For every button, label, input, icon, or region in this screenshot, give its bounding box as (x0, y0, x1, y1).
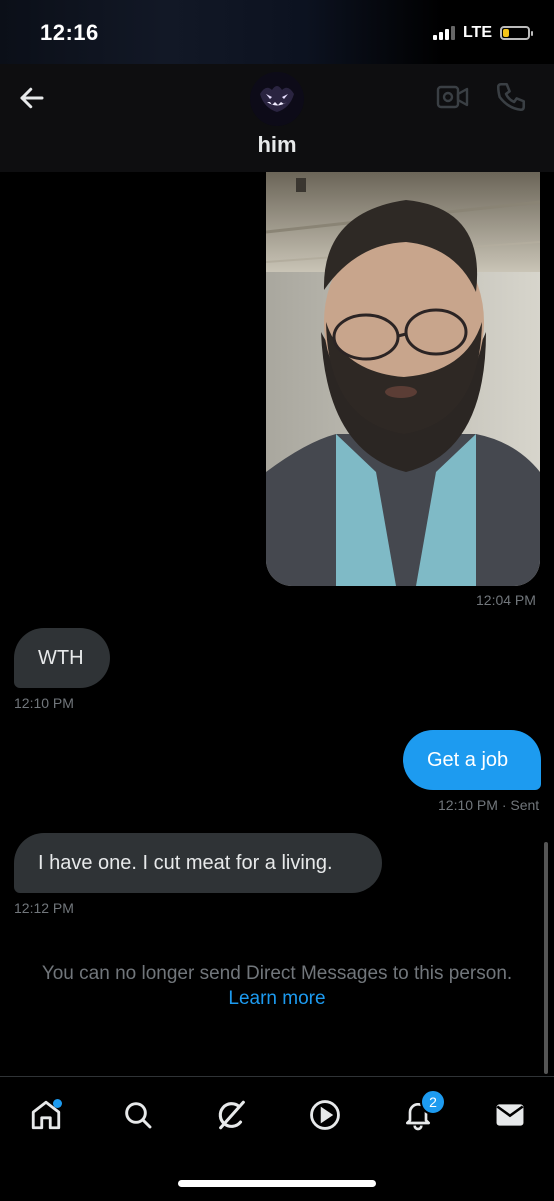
nav-search[interactable] (118, 1095, 158, 1135)
contact-name[interactable]: him (0, 132, 554, 158)
status-indicators: LTE (432, 24, 533, 42)
home-badge-dot (53, 1099, 62, 1108)
battery-icon (500, 26, 533, 40)
avatar-image (250, 72, 304, 126)
message-timestamp: 12:10 PM · Sent (438, 797, 539, 813)
phone-call-button[interactable] (494, 80, 530, 116)
sent-status: · Sent (501, 797, 540, 813)
nav-messages[interactable] (490, 1095, 530, 1135)
status-time: 12:16 (40, 20, 99, 45)
video-call-icon (436, 85, 469, 109)
message-text: Get a job (427, 749, 509, 771)
message-bubble-received[interactable]: WTH (14, 628, 110, 688)
back-button[interactable] (14, 80, 50, 116)
dm-restriction-notice: You can no longer send Direct Messages t… (41, 963, 513, 984)
nav-grok[interactable] (212, 1095, 252, 1135)
video-thumbnail (266, 172, 540, 586)
status-bar: 12:16 LTE (0, 0, 554, 64)
avatar[interactable] (250, 72, 304, 126)
scrollbar[interactable] (544, 842, 548, 1074)
message-text: I have one. I cut meat for a living. (38, 852, 333, 874)
network-label: LTE (462, 24, 492, 41)
message-bubble-received[interactable]: I have one. I cut meat for a living. (14, 833, 382, 893)
media-message[interactable] (266, 172, 540, 586)
message-timestamp: 12:10 PM (14, 695, 74, 711)
video-call-button[interactable] (436, 82, 472, 114)
nav-notifications[interactable]: 2 (398, 1089, 446, 1135)
video-icon (310, 1100, 340, 1130)
learn-more-link[interactable]: Learn more (0, 987, 554, 1011)
search-icon (125, 1102, 152, 1129)
nav-video[interactable] (305, 1095, 345, 1135)
messages-icon (496, 1104, 524, 1126)
grok-icon (218, 1100, 245, 1130)
back-arrow-icon (20, 87, 44, 109)
message-text: WTH (38, 647, 84, 669)
home-indicator (178, 1180, 376, 1187)
message-timestamp: 12:12 PM (14, 900, 74, 916)
message-bubble-sent[interactable]: Get a job (403, 730, 541, 790)
nav-home[interactable] (26, 1095, 66, 1135)
conversation-header: him (0, 64, 554, 172)
message-timestamp: 12:04 PM (476, 592, 536, 608)
notification-count-badge: 2 (420, 1089, 446, 1115)
phone-call-icon (496, 82, 526, 112)
timestamp-time: 12:10 PM (438, 797, 498, 813)
signal-icon (432, 26, 455, 40)
